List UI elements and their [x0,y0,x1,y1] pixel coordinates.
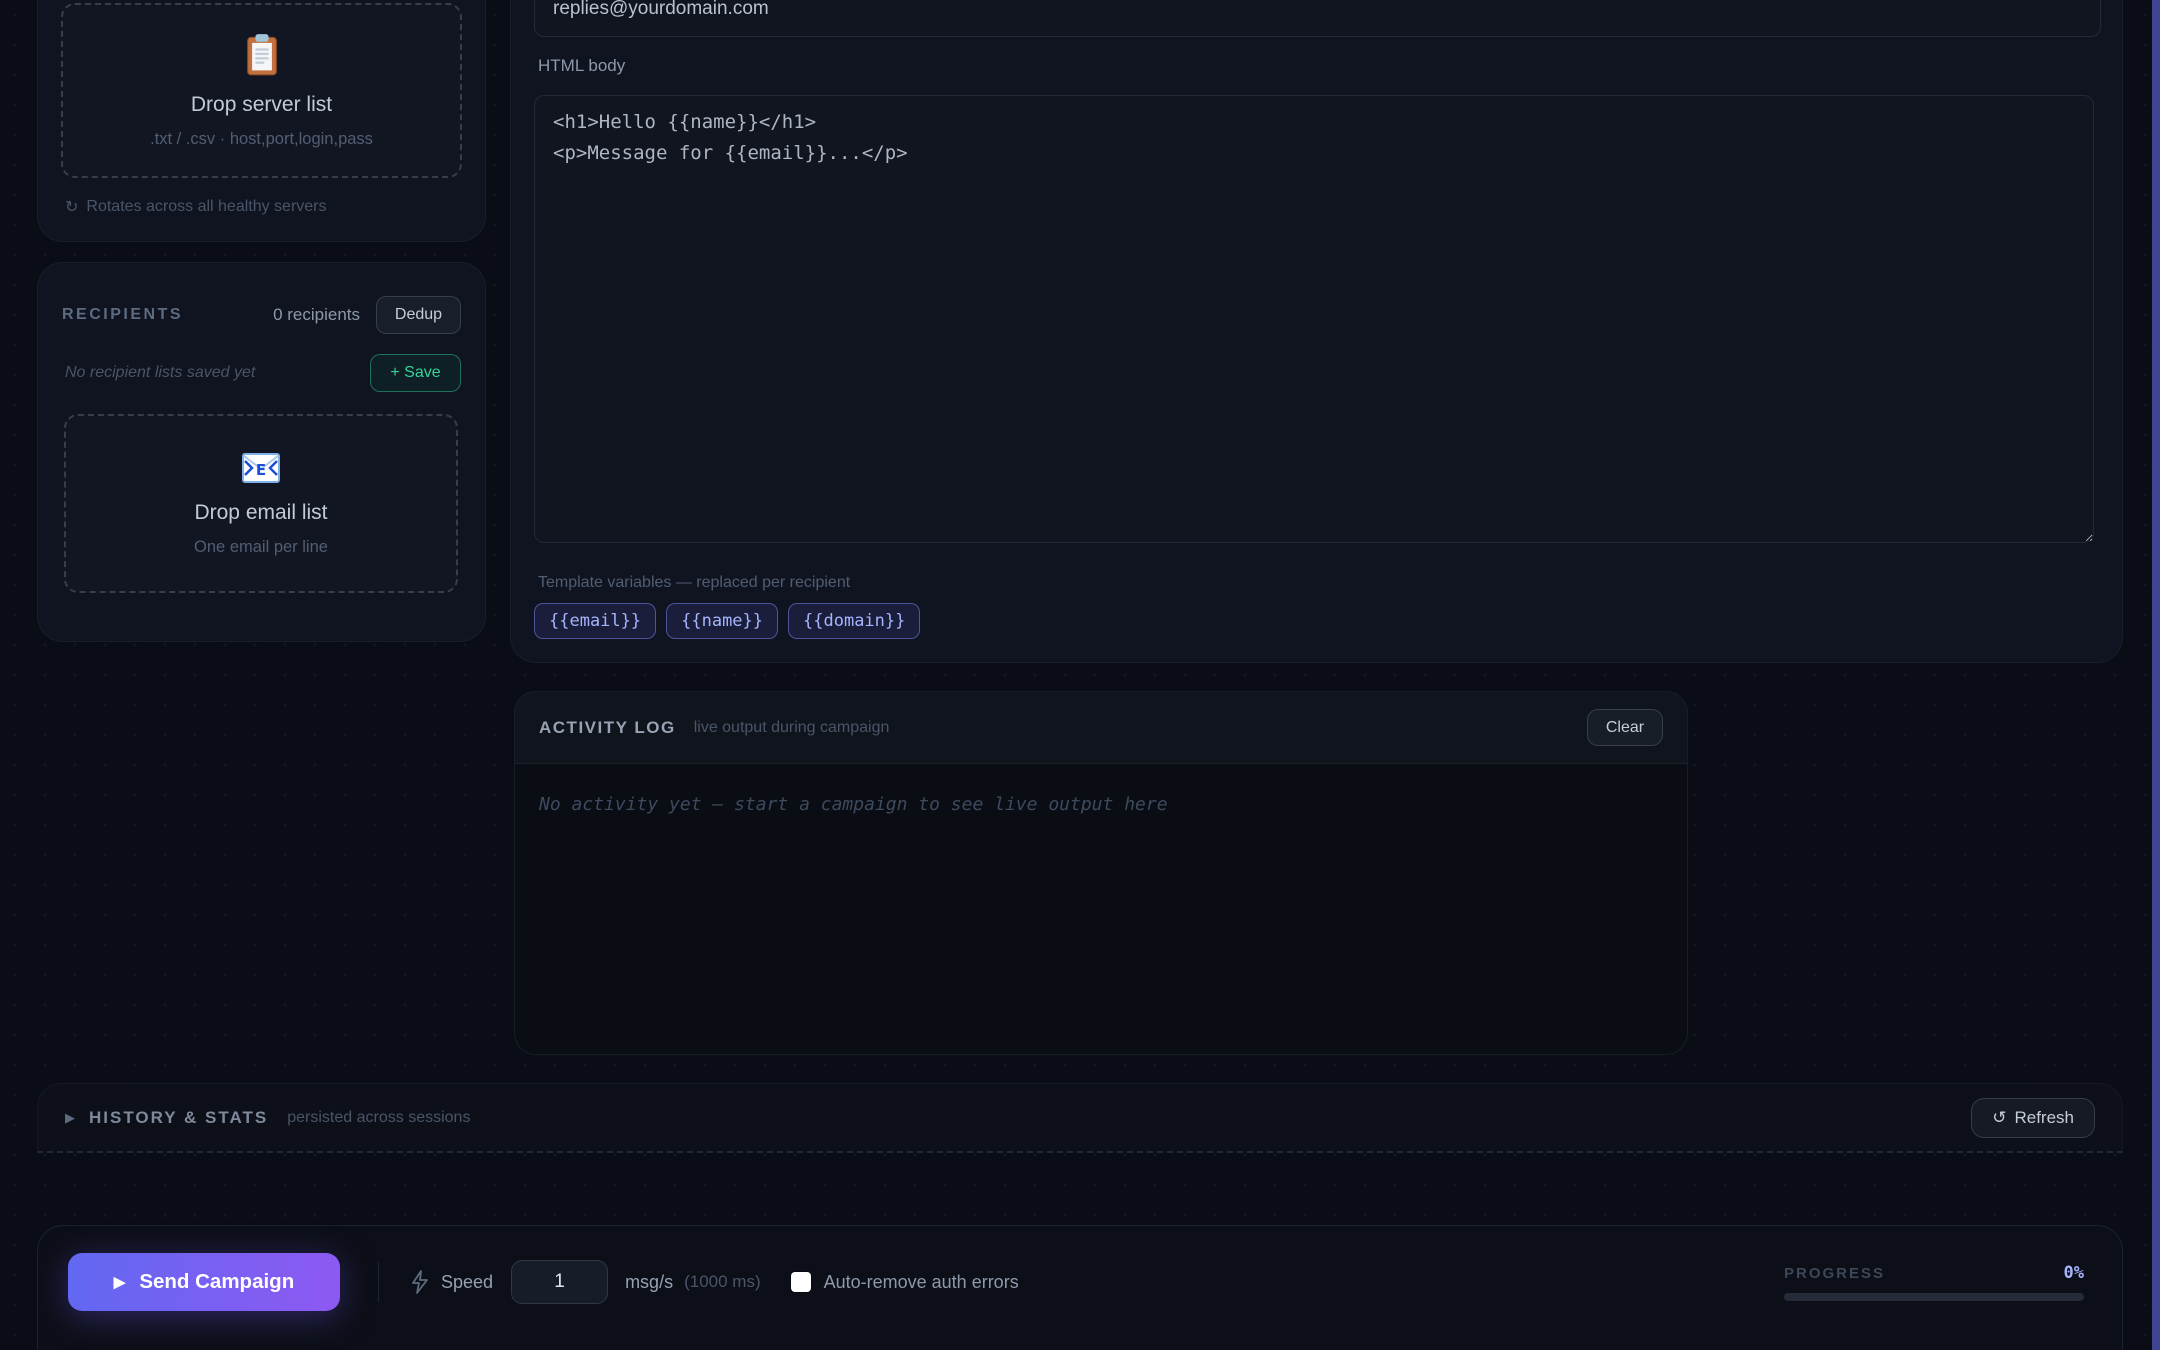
reply-to-input[interactable] [534,0,2101,37]
activity-log-output[interactable]: No activity yet — start a campaign to se… [515,764,1687,1054]
divider [378,1262,379,1302]
recipient-lists-empty-text: No recipient lists saved yet [65,364,255,382]
server-dropzone[interactable]: Drop server list .txt / .csv · host,port… [61,3,462,178]
progress-value: 0% [2064,1263,2084,1283]
chip-email[interactable]: {{email}} [534,603,656,639]
chip-domain[interactable]: {{domain}} [788,603,920,639]
send-campaign-button[interactable]: ▶ Send Campaign [68,1253,340,1311]
send-dock: ▶ Send Campaign Speed msg/s (1000 ms) Au… [37,1225,2123,1350]
email-drop-hint: One email per line [194,538,328,557]
history-stats-subtitle: persisted across sessions [287,1109,470,1127]
play-icon: ▶ [114,1273,126,1291]
send-campaign-label: Send Campaign [139,1270,294,1294]
chevron-right-icon[interactable]: ▶ [65,1110,75,1126]
template-vars-chips: {{email}} {{name}} {{domain}} [534,603,920,639]
refresh-button[interactable]: ↺ Refresh [1971,1098,2095,1138]
activity-log-subtitle: live output during campaign [694,719,890,737]
progress-label: PROGRESS [1784,1265,1885,1282]
speed-unit-label: msg/s [625,1272,673,1293]
server-rotation-note-text: Rotates across all healthy servers [86,198,326,216]
app-root: Drop server list .txt / .csv · host,port… [0,0,2160,1350]
progress-bar-track [1784,1293,2084,1301]
recipients-count: 0 recipients [273,305,360,325]
email-icon: E [239,451,283,485]
history-stats-bar[interactable]: ▶ HISTORY & STATS persisted across sessi… [37,1083,2123,1153]
email-dropzone[interactable]: E Drop email list One email per line [64,414,458,593]
clipboard-icon [241,33,283,77]
activity-log-panel: ACTIVITY LOG live output during campaign… [514,691,1688,1055]
refresh-button-label: Refresh [2014,1108,2074,1128]
send-dock-row: ▶ Send Campaign Speed msg/s (1000 ms) Au… [68,1253,2084,1311]
speed-input[interactable] [511,1260,608,1304]
clear-log-button[interactable]: Clear [1587,709,1663,746]
activity-log-empty-text: No activity yet — start a campaign to se… [539,794,1168,815]
svg-text:E: E [256,461,266,479]
email-drop-title: Drop email list [194,501,327,525]
rotate-icon: ↻ [65,197,78,217]
recipient-lists-row: No recipient lists saved yet + Save [62,354,461,392]
server-drop-title: Drop server list [191,93,332,117]
progress-header: PROGRESS 0% [1784,1263,2084,1283]
refresh-icon: ↺ [1992,1108,2006,1128]
scrollbar[interactable] [2152,0,2160,1350]
composer-panel: HTML body <h1>Hello {{name}}</h1> <p>Mes… [510,0,2123,663]
dedup-button[interactable]: Dedup [376,296,461,334]
server-drop-hint: .txt / .csv · host,port,login,pass [150,130,373,149]
server-rotation-note: ↻ Rotates across all healthy servers [65,197,327,217]
progress-group: PROGRESS 0% [1784,1263,2084,1301]
recipients-header: RECIPIENTS 0 recipients Dedup [62,296,461,334]
speed-label: Speed [441,1272,493,1293]
speed-interval-label: (1000 ms) [684,1272,761,1292]
lightning-icon [409,1270,431,1294]
recipients-panel: RECIPIENTS 0 recipients Dedup No recipie… [37,262,486,642]
history-stats-title: HISTORY & STATS [89,1108,268,1128]
html-body-label: HTML body [538,56,625,76]
html-body-textarea[interactable]: <h1>Hello {{name}}</h1> <p>Message for {… [534,95,2094,543]
save-list-button[interactable]: + Save [370,354,461,392]
auto-remove-label: Auto-remove auth errors [824,1272,1019,1293]
auto-remove-checkbox[interactable] [791,1272,811,1292]
activity-log-header: ACTIVITY LOG live output during campaign… [515,692,1687,764]
chip-name[interactable]: {{name}} [666,603,778,639]
servers-panel: Drop server list .txt / .csv · host,port… [37,0,486,242]
recipients-title: RECIPIENTS [62,306,183,324]
template-vars-label: Template variables — replaced per recipi… [538,574,850,592]
activity-log-title: ACTIVITY LOG [539,718,676,738]
